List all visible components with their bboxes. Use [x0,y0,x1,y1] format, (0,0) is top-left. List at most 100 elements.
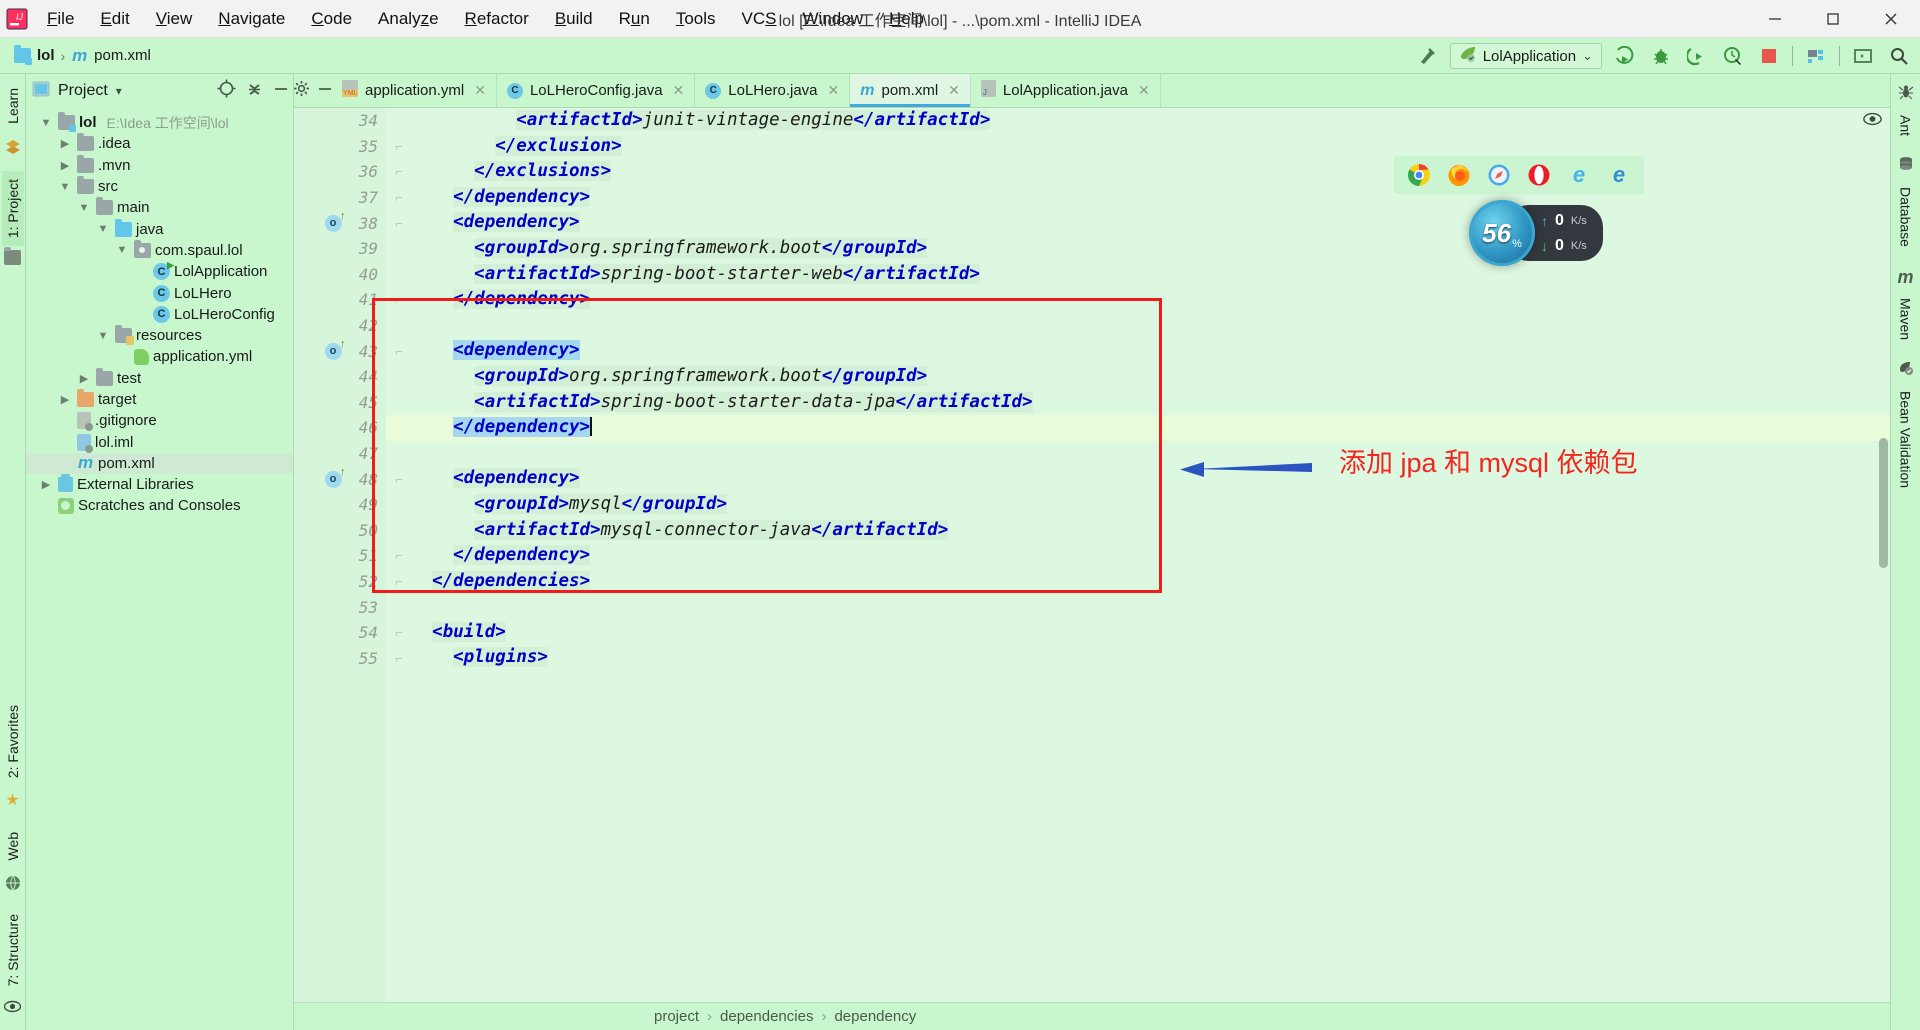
tree-item-lolapplication[interactable]: C ▶ LolApplication [26,260,293,282]
debug-button[interactable] [1648,43,1674,69]
code-line[interactable]: </dependency> [386,543,1890,569]
breadcrumb-file[interactable]: pom.xml [94,47,151,64]
rail-learn[interactable]: Learn [2,80,24,132]
gutter-line[interactable]: 45 [294,390,386,416]
menu-help[interactable]: Help [876,5,937,33]
menu-run[interactable]: Run [606,5,663,33]
menu-window[interactable]: Window [790,5,876,33]
menu-build[interactable]: Build [542,5,606,33]
editor-tab-pom-xml[interactable]: m pom.xml ✕ [850,74,971,107]
maven-reimport-badge-icon[interactable]: o [322,338,346,362]
editor-breadcrumb-dependencies[interactable]: dependencies [720,1008,813,1025]
code-line[interactable]: <artifactId>spring-boot-starter-data-jpa… [386,390,1890,416]
menu-tools[interactable]: Tools [663,5,729,33]
tree-item-lolhero[interactable]: C LoLHero [26,282,293,303]
chevron-right-icon[interactable]: ▶ [57,393,73,406]
code-line[interactable] [386,313,1890,339]
gutter-line[interactable]: o⌐48 [294,466,403,492]
menu-file[interactable]: File [34,5,87,33]
chevron-right-icon[interactable]: ▶ [57,137,73,150]
run-button[interactable] [1612,43,1638,69]
menu-edit[interactable]: Edit [87,5,142,33]
code-line[interactable]: <groupId>mysql</groupId> [386,492,1890,518]
gutter-line[interactable]: 44 [294,364,386,390]
tree-item-target[interactable]: ▶ target [26,389,293,410]
opera-icon[interactable] [1526,162,1552,188]
code-line[interactable]: <plugins> [386,645,1890,671]
gutter-line[interactable]: 39 [294,236,386,262]
editor-vertical-scrollbar[interactable] [1879,438,1888,568]
gutter-line[interactable]: 42 [294,313,386,339]
gutter-line[interactable]: 49 [294,492,386,518]
tree-item-pom-xml[interactable]: m pom.xml [26,452,293,475]
chevron-right-icon[interactable]: ▶ [57,159,73,172]
hide-panel-icon[interactable] [273,81,289,102]
editor-tab-application-yml[interactable]: YML application.yml ✕ [332,74,497,107]
code-line[interactable]: <artifactId>spring-boot-starter-web</art… [386,262,1890,288]
terminal-toolbar-icon[interactable] [1850,43,1876,69]
tree-item-resources[interactable]: ▼ resources [26,325,293,346]
code-line[interactable]: <artifactId>junit-vintage-engine</artifa… [386,108,1890,134]
code-line[interactable]: </exclusion> [386,134,1890,160]
close-button[interactable] [1862,0,1920,38]
minimize-button[interactable] [1746,0,1804,38]
gutter-line[interactable]: 50 [294,518,386,544]
gutter-line[interactable]: 34 [294,108,386,134]
chevron-right-icon[interactable]: ▶ [76,372,92,385]
tree-item-main[interactable]: ▼ main [26,197,293,218]
tree-item-test[interactable]: ▶ test [26,367,293,389]
code-line[interactable]: </exclusions> [386,159,1890,185]
chevron-down-icon[interactable]: ▼ [57,181,73,193]
profiler-button[interactable] [1720,43,1746,69]
tree-item--idea[interactable]: ▶ .idea [26,133,293,154]
chevron-down-icon[interactable]: ▼ [114,244,130,256]
project-chevron-icon[interactable]: ▾ [116,84,122,98]
code-line[interactable] [386,594,1890,620]
menu-code[interactable]: Code [298,5,365,33]
tree-item-lol[interactable]: ▼ lol E:\Idea 工作空间\lol [26,112,293,133]
chrome-icon[interactable] [1406,162,1432,188]
tree-item-src[interactable]: ▼ src [26,176,293,197]
menu-analyze[interactable]: Analyze [365,5,452,33]
safari-icon[interactable] [1486,162,1512,188]
gutter-line[interactable]: 40 [294,262,386,288]
rail-web[interactable]: Web [2,824,24,869]
tree-item-java[interactable]: ▼ java [26,218,293,239]
run-configuration-selector[interactable]: LolApplication ⌄ [1449,43,1602,69]
code-line[interactable]: <dependency> [386,210,1890,236]
gutter-line[interactable]: ⌐46 [294,415,403,441]
edge-icon[interactable]: e [1606,162,1632,188]
chevron-down-icon[interactable]: ▼ [95,223,111,235]
eye-icon-rail[interactable] [3,1000,22,1018]
rail-database[interactable]: Database [1895,179,1917,255]
rail-maven[interactable]: Maven [1895,290,1917,348]
code-text[interactable]: <artifactId>junit-vintage-engine</artifa… [386,108,1890,1002]
code-line[interactable]: <groupId>org.springframework.boot</group… [386,236,1890,262]
locate-file-icon[interactable] [217,79,236,103]
gutter-line[interactable]: ⌐ 54 [294,620,403,646]
editor-tab-close-icon[interactable]: ✕ [673,82,685,99]
rail-project[interactable]: 1: Project [1,170,24,246]
build-hammer-icon[interactable] [1414,43,1440,69]
chevron-down-icon[interactable]: ▼ [76,202,92,214]
chevron-right-icon[interactable]: ▶ [38,478,54,491]
gutter-line[interactable]: ⌐ 51 [294,543,403,569]
code-line[interactable]: </dependency> [386,185,1890,211]
reader-mode-eye-icon[interactable] [1863,112,1882,131]
code-line[interactable] [386,441,1890,467]
tree-item-lol-iml[interactable]: lol.iml [26,431,293,453]
editor-tab-lolhero-java[interactable]: C LoLHero.java ✕ [695,74,851,107]
editor-tab-lolheroconfig-java[interactable]: C LoLHeroConfig.java ✕ [497,74,696,107]
tree-item-external-libraries[interactable]: ▶ External Libraries [26,474,293,495]
run-coverage-button[interactable] [1684,43,1710,69]
code-line[interactable]: <artifactId>mysql-connector-java</artifa… [386,518,1890,544]
code-editor[interactable]: 34 ⌐35⌐36⌐37o⌐38 39 40 ⌐41 42o⌐43 44 45 ⌐46 47o⌐4… [294,108,1890,1002]
gutter-line[interactable]: o⌐38 [294,210,403,236]
code-line[interactable]: </dependency> [386,287,1890,313]
maximize-button[interactable] [1804,0,1862,38]
editor-tab-close-icon[interactable]: ✕ [1138,82,1150,99]
collapse-all-icon[interactable] [246,80,263,102]
project-structure-button[interactable] [1803,43,1829,69]
code-line[interactable]: <dependency> [386,338,1890,364]
gutter-line[interactable]: ⌐ 36 [294,159,403,185]
